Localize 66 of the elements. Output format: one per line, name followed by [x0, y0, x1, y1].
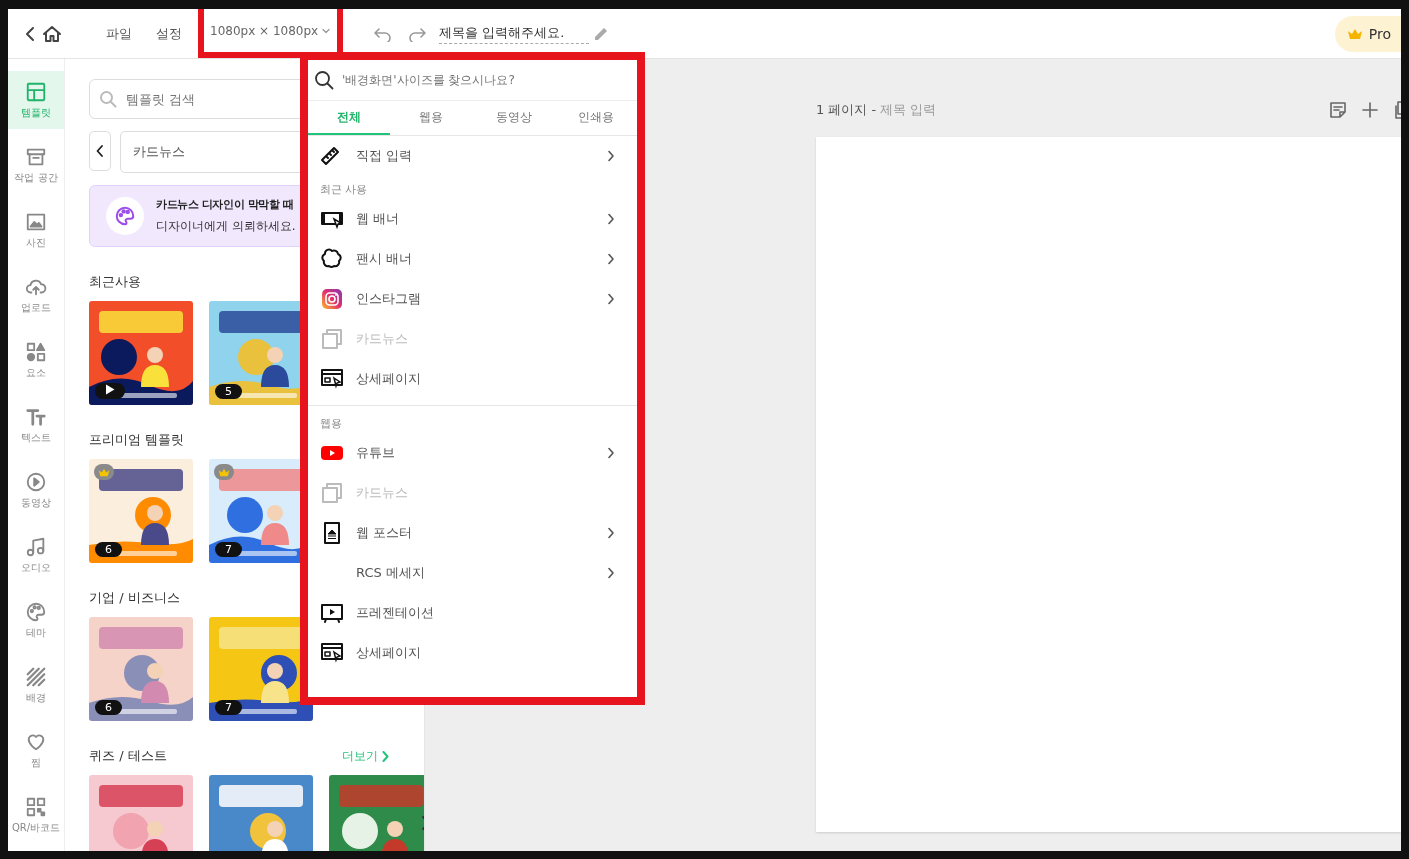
section-title: 프리미엄 템플릿 — [89, 431, 185, 449]
undo-icon[interactable] — [373, 25, 393, 42]
note-icon[interactable] — [1329, 101, 1347, 119]
stripes-icon — [25, 665, 47, 688]
crown-icon — [98, 467, 110, 477]
section-title: 기업 / 비즈니스 — [89, 589, 180, 607]
sidebar-tab[interactable]: 오디오 — [8, 526, 64, 584]
stacked-squares-icon — [320, 327, 344, 351]
size-option[interactable]: 유튜브 — [308, 433, 637, 473]
sidebar-tab[interactable]: 업로드 — [8, 266, 64, 324]
presentation-icon — [320, 601, 344, 625]
category-tab[interactable]: 동영상 — [472, 101, 555, 135]
qr-code-icon — [25, 795, 47, 818]
promo-subtitle: 디자이너에게 의뢰하세요. — [156, 218, 296, 235]
section-header: 최근 사용 — [319, 182, 369, 198]
chevron-left-icon — [96, 145, 105, 157]
size-dropdown[interactable]: 1080px × 1080px — [198, 9, 343, 58]
stacked-squares-icon — [320, 481, 344, 505]
size-option[interactable]: 프레젠테이션 — [308, 593, 637, 633]
category-tab[interactable]: 인쇄용 — [554, 101, 637, 135]
back-icon[interactable] — [24, 25, 36, 42]
sidebar-tab[interactable]: 작업 공간 — [8, 136, 64, 194]
back-button[interactable] — [89, 131, 112, 171]
sidebar-tab[interactable]: 찜 — [8, 721, 64, 779]
sidebar-tab[interactable]: 요소 — [8, 331, 64, 389]
palette-icon — [25, 600, 47, 623]
size-option[interactable]: 상세페이지 — [308, 633, 637, 673]
promo-title: 카드뉴스 디자인이 막막할 때 — [156, 197, 295, 212]
palette-icon — [114, 205, 136, 227]
add-icon[interactable] — [1361, 101, 1379, 119]
redo-icon[interactable] — [407, 25, 427, 42]
size-option[interactable]: 인스타그램 — [308, 279, 637, 319]
settings-menu[interactable]: 설정 — [144, 15, 194, 52]
chevron-right-icon — [382, 750, 389, 762]
shapes-icon — [25, 340, 47, 363]
music-note-icon — [25, 535, 47, 558]
size-option[interactable]: 웹 포스터 — [308, 513, 637, 553]
sidebar-tab[interactable]: 텍스트 — [8, 396, 64, 454]
sidebar-tab[interactable]: 테마 — [8, 591, 64, 649]
flower-icon — [320, 247, 344, 271]
pro-button[interactable]: Pro — [1334, 15, 1401, 52]
play-circle-icon — [25, 470, 47, 493]
layout-icon — [25, 80, 47, 103]
page-label: 1 페이지 - — [816, 101, 877, 119]
camera-icon — [320, 287, 344, 311]
size-option[interactable]: 팬시 배너 — [308, 239, 637, 279]
pencil-icon[interactable] — [593, 25, 609, 42]
size-option[interactable]: RCS 메세지 — [308, 553, 637, 593]
sidebar-tab[interactable]: QR/바코드 — [8, 786, 64, 844]
sidebar-tab[interactable]: 템플릿 — [8, 71, 64, 129]
sidebar-tab[interactable]: 동영상 — [8, 461, 64, 519]
section-title: 최근사용 — [89, 273, 141, 291]
home-icon[interactable] — [42, 24, 62, 43]
section-header: 웹용 — [319, 416, 343, 432]
crown-icon — [218, 467, 230, 477]
category-tab[interactable]: 전체 — [308, 101, 391, 135]
file-menu[interactable]: 파일 — [94, 15, 144, 52]
size-option[interactable]: 웹 배너 — [308, 199, 637, 239]
sidebar-tab[interactable]: 사진 — [8, 201, 64, 259]
size-option[interactable]: 상세페이지 — [308, 359, 637, 399]
play-icon — [105, 384, 115, 395]
crown-icon — [1346, 27, 1363, 40]
page-title[interactable]: 제목 입력 — [880, 101, 937, 119]
sidebar-tab[interactable]: 배경 — [8, 656, 64, 714]
section-title: 퀴즈 / 테스트 — [89, 747, 167, 765]
caret-icon — [322, 27, 331, 34]
